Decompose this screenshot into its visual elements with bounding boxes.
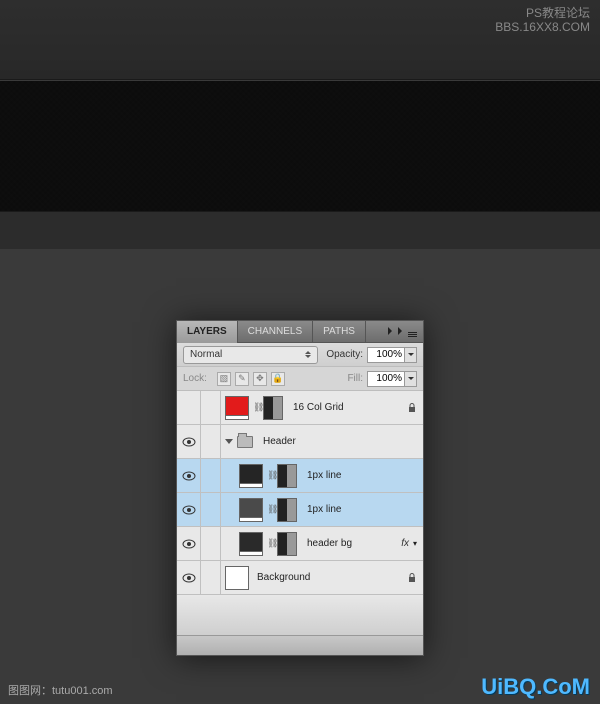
layers-panel: LAYERS CHANNELS PATHS Normal Opacity: Lo… [176, 320, 424, 656]
link-column [201, 425, 221, 459]
opacity-dropdown-icon[interactable] [405, 347, 417, 363]
watermark-bottom-right: UiBQ.CoM [481, 674, 590, 700]
layer-name[interactable]: Background [253, 572, 407, 583]
visibility-toggle[interactable] [177, 459, 201, 493]
layer-name[interactable]: 16 Col Grid [289, 402, 407, 413]
tab-paths[interactable]: PATHS [313, 321, 366, 343]
lock-icon [407, 403, 417, 413]
link-icon[interactable]: ⛓ [253, 402, 263, 413]
opacity-input[interactable] [367, 347, 405, 363]
layer-row[interactable]: ⛓ 1px line [177, 493, 423, 527]
panel-footer [177, 635, 423, 655]
link-column [201, 391, 221, 425]
lock-position-icon[interactable]: ✥ [253, 372, 267, 386]
watermark-bottom-left: 图图网：tutu001.com [8, 682, 113, 698]
blend-mode-select[interactable]: Normal [183, 346, 318, 364]
watermark-top: PS教程论坛 BBS.16XX8.COM [495, 6, 590, 34]
layer-thumb [239, 498, 263, 522]
link-column [201, 459, 221, 493]
fill-input[interactable] [367, 371, 405, 387]
lock-icon [407, 573, 417, 583]
layers-list: ⛓ 16 Col Grid Header ⛓ 1px line ⛓ 1px line ⛓ hea… [177, 391, 423, 595]
fx-icon[interactable]: fx [401, 538, 409, 549]
layer-name[interactable]: 1px line [303, 504, 423, 515]
visibility-toggle[interactable] [177, 527, 201, 561]
layer-name[interactable]: 1px line [303, 470, 423, 481]
expand-icon[interactable] [388, 327, 392, 335]
layer-row[interactable]: ⛓ 1px line [177, 459, 423, 493]
layer-thumb [225, 566, 249, 590]
link-icon[interactable]: ⛓ [267, 538, 277, 549]
link-column [201, 493, 221, 527]
layers-empty-space [177, 595, 423, 635]
layer-mask-thumb [263, 396, 283, 420]
tab-layers[interactable]: LAYERS [177, 321, 238, 343]
lock-transparency-icon[interactable]: ▧ [217, 372, 231, 386]
blend-opacity-row: Normal Opacity: [177, 343, 423, 367]
fill-dropdown-icon[interactable] [405, 371, 417, 387]
lock-fill-row: Lock: ▧ ✎ ✥ 🔒 Fill: [177, 367, 423, 391]
link-icon[interactable]: ⛓ [267, 470, 277, 481]
blend-mode-value: Normal [190, 349, 222, 360]
group-collapse-icon[interactable] [225, 439, 233, 444]
layer-name[interactable]: header bg [303, 538, 401, 549]
folder-icon [237, 436, 253, 448]
layer-row[interactable]: Background [177, 561, 423, 595]
lock-label: Lock: [183, 373, 207, 384]
tab-channels[interactable]: CHANNELS [238, 321, 313, 343]
header-noise-band [0, 81, 600, 211]
lock-pixels-icon[interactable]: ✎ [235, 372, 249, 386]
link-icon[interactable]: ⛓ [267, 504, 277, 515]
visibility-toggle[interactable] [177, 425, 201, 459]
visibility-toggle[interactable] [177, 493, 201, 527]
watermark-line1: PS教程论坛 [495, 6, 590, 20]
layer-name[interactable]: Header [259, 436, 423, 447]
panel-menu-icon[interactable] [408, 332, 417, 337]
layer-mask-thumb [277, 498, 297, 522]
opacity-label: Opacity: [326, 349, 363, 360]
header-dark-bar-2 [0, 211, 600, 249]
expand-icon-2[interactable] [398, 327, 402, 335]
layer-thumb [225, 396, 249, 420]
layer-thumb [239, 532, 263, 556]
link-column [201, 527, 221, 561]
link-column [201, 561, 221, 595]
layer-row[interactable]: ⛓ 16 Col Grid [177, 391, 423, 425]
watermark-line2: BBS.16XX8.COM [495, 20, 590, 34]
lock-all-icon[interactable]: 🔒 [271, 372, 285, 386]
layer-thumb [239, 464, 263, 488]
panel-tabbar: LAYERS CHANNELS PATHS [177, 321, 423, 343]
layer-mask-thumb [277, 464, 297, 488]
visibility-toggle[interactable] [177, 391, 201, 425]
visibility-toggle[interactable] [177, 561, 201, 595]
layer-row[interactable]: Header [177, 425, 423, 459]
layer-mask-thumb [277, 532, 297, 556]
fill-label: Fill: [347, 373, 363, 384]
layer-row[interactable]: ⛓header bgfx▾ [177, 527, 423, 561]
